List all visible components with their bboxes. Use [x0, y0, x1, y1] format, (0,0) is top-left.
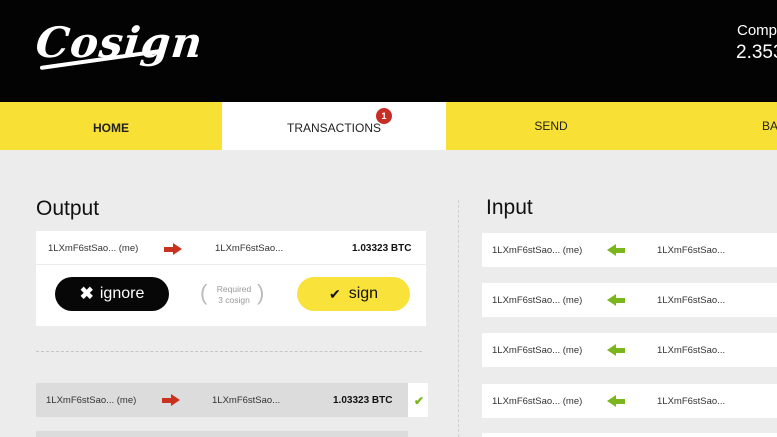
tab-home[interactable]: HOME: [0, 102, 222, 150]
from-address: 1LXmF6stSao... (me): [48, 243, 139, 254]
arrow-right-icon: [164, 243, 182, 255]
paren-close: ): [257, 280, 265, 305]
close-icon: ✖: [79, 284, 94, 303]
arrow-left-icon: [607, 294, 625, 306]
arrow-left-icon: [607, 344, 625, 356]
balance-value: 2.353: [736, 42, 777, 63]
list-item[interactable]: 1LXmF6stSao... (me) 1LXmF6stSao...: [482, 384, 777, 418]
tab-send[interactable]: SEND: [446, 102, 656, 150]
arrow-right-icon: [162, 394, 180, 406]
amount: 1.03323 BTC: [333, 395, 393, 406]
from-address: 1LXmF6stSao... (me): [492, 245, 583, 256]
required-line1: Required: [216, 284, 252, 294]
required-line2: 3 cosign: [218, 295, 250, 305]
company-label: Compa: [737, 22, 777, 39]
sign-label: sign: [348, 285, 379, 302]
to-address: 1LXmF6stSao...: [657, 345, 726, 356]
app-header: Cosign Compa 2.353: [0, 0, 777, 102]
check-icon: ✔: [414, 394, 425, 408]
ignore-button[interactable]: ✖ ignore: [55, 277, 169, 311]
list-item[interactable]: 1LXmF6stSao... (me) 1LXmF6stSao...: [482, 283, 777, 317]
paren-open: (: [200, 280, 208, 305]
input-title: Input: [486, 196, 533, 219]
tab-balance[interactable]: BA: [762, 102, 777, 150]
card-separator: [36, 264, 426, 265]
required-cosign-text: Required 3 cosign: [212, 284, 256, 306]
ignore-label: ignore: [99, 285, 145, 302]
check-icon: ✔: [328, 285, 341, 302]
tab-transactions[interactable]: TRANSACTIONS: [222, 102, 446, 150]
arrow-left-icon: [607, 395, 625, 407]
list-item[interactable]: [482, 433, 777, 437]
to-address: 1LXmF6stSao...: [657, 396, 726, 407]
from-address: 1LXmF6stSao... (me): [492, 345, 583, 356]
amount: 1.03323 BTC: [352, 243, 412, 254]
column-divider: [458, 200, 459, 437]
to-address: 1LXmF6stSao...: [657, 295, 726, 306]
to-address: 1LXmF6stSao...: [657, 245, 726, 256]
notification-badge: 1: [376, 108, 392, 124]
arrow-left-icon: [607, 244, 625, 256]
table-row[interactable]: [36, 431, 408, 437]
from-address: 1LXmF6stSao... (me): [492, 295, 583, 306]
output-title: Output: [36, 197, 100, 220]
from-address: 1LXmF6stSao... (me): [46, 395, 137, 406]
cosign-logo[interactable]: Cosign: [33, 18, 205, 67]
pending-transaction-card: 1LXmF6stSao... (me) 1LXmF6stSao... 1.033…: [36, 231, 426, 326]
from-address: 1LXmF6stSao... (me): [492, 396, 583, 407]
list-item[interactable]: 1LXmF6stSao... (me) 1LXmF6stSao...: [482, 233, 777, 267]
table-row[interactable]: 1LXmF6stSao... (me) 1LXmF6stSao... 1.033…: [36, 383, 408, 417]
to-address: 1LXmF6stSao...: [212, 395, 281, 406]
output-divider: [36, 351, 422, 352]
sign-button[interactable]: ✔ sign: [297, 277, 410, 311]
list-item[interactable]: 1LXmF6stSao... (me) 1LXmF6stSao...: [482, 333, 777, 367]
to-address: 1LXmF6stSao...: [215, 243, 284, 254]
